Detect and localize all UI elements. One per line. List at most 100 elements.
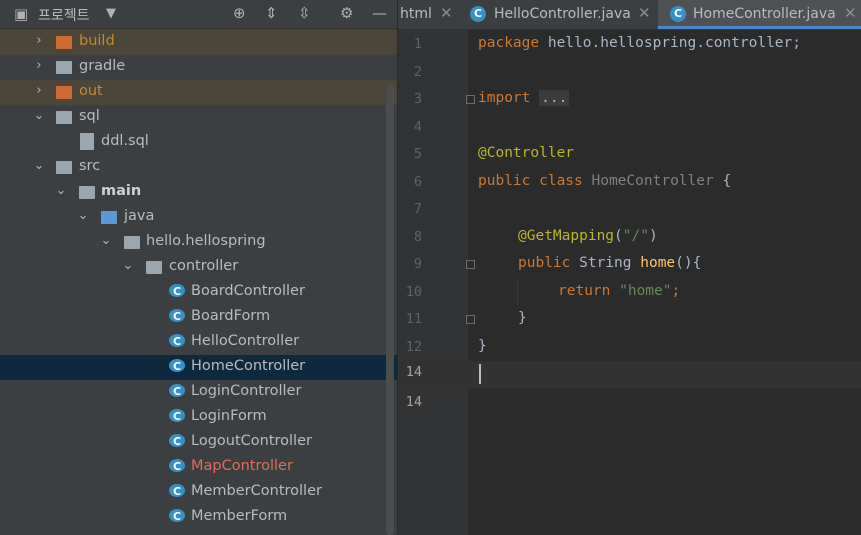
tree-item-label: build — [79, 33, 115, 49]
tree-item-label: MapController — [191, 458, 293, 474]
locate-icon[interactable]: ⊕ — [233, 4, 246, 22]
tree-item-label: HomeController — [191, 358, 306, 374]
project-scrollbar[interactable] — [386, 84, 394, 535]
tab-label: HomeController.java — [693, 6, 836, 22]
tree-item-boardcontroller[interactable]: C BoardController — [0, 280, 397, 305]
tree-item-logoutcontroller[interactable]: C LogoutController — [0, 430, 397, 455]
tree-item-label: main — [101, 183, 142, 199]
gear-icon[interactable]: ⚙ — [340, 4, 353, 22]
code-token: ) — [648, 228, 658, 244]
chevron-down-icon[interactable]: ⌄ — [33, 158, 45, 173]
tree-item-logincontroller[interactable]: C LoginController — [0, 380, 397, 405]
line-number: 7 — [413, 201, 422, 217]
tree-item-hello-hellospring[interactable]: ⌄ hello.hellospring — [0, 230, 397, 255]
package-icon — [146, 261, 162, 274]
tree-item-java[interactable]: ⌄ java — [0, 205, 397, 230]
chevron-down-icon[interactable]: ⌄ — [77, 208, 89, 223]
tree-item-label: BoardForm — [191, 308, 271, 324]
minimize-icon[interactable]: — — [372, 4, 387, 22]
tree-item-label: gradle — [79, 58, 126, 74]
code-line-12: } — [518, 310, 527, 326]
folder-icon — [56, 86, 72, 99]
code-token: public — [518, 255, 571, 271]
line-number-current-label: 14 — [405, 364, 422, 380]
dropdown-arrow-icon[interactable]: ▼ — [106, 6, 116, 21]
tree-item-label: java — [124, 208, 155, 224]
tree-item-label: BoardController — [191, 283, 305, 299]
tab-hellocontroller[interactable]: C HelloController.java ✕ — [460, 0, 656, 29]
line-number: 8 — [413, 229, 422, 245]
folder-icon — [56, 161, 72, 174]
java-class-icon: C — [670, 6, 686, 22]
project-panel-header: ▣ 프로젝트 ▼ ⊕ ⇕ ⇳ ⚙ — — [0, 0, 397, 29]
expand-all-icon[interactable]: ⇕ — [265, 4, 278, 22]
tree-item-build[interactable]: › build — [0, 30, 397, 55]
project-panel-title[interactable]: 프로젝트 — [38, 5, 90, 25]
code-line-3: import ... — [478, 90, 570, 106]
java-class-icon: C — [169, 284, 185, 298]
tree-item-label: LoginController — [191, 383, 302, 399]
code-token: HomeController — [582, 173, 714, 189]
tree-item-label: LogoutController — [191, 433, 312, 449]
java-class-icon: C — [169, 309, 185, 323]
line-number: 1 — [413, 36, 422, 52]
code-token: "home" — [610, 283, 672, 299]
tree-item-label: controller — [169, 258, 239, 274]
tree-item-memberform[interactable]: C MemberForm — [0, 505, 397, 530]
code-line-7: public class HomeController { — [478, 173, 731, 189]
tree-item-controller[interactable]: ⌄ controller — [0, 255, 397, 280]
folder-icon — [56, 36, 72, 49]
java-class-icon: C — [169, 409, 185, 423]
folded-imports[interactable]: ... — [539, 90, 570, 106]
close-icon[interactable]: ✕ — [638, 4, 651, 22]
tab-html[interactable]: html ✕ — [398, 0, 458, 29]
tree-item-sql[interactable]: ⌄ sql — [0, 105, 397, 130]
close-icon[interactable]: ✕ — [844, 4, 857, 22]
tree-item-boardform[interactable]: C BoardForm — [0, 305, 397, 330]
tree-item-homecontroller[interactable]: C HomeController — [0, 355, 397, 380]
indent-guide — [517, 278, 518, 305]
tree-item-label: hello.hellospring — [146, 233, 266, 249]
tree-item-hellocontroller[interactable]: C HelloController — [0, 330, 397, 355]
code-line-1: package hello.hellospring.controller; — [478, 35, 801, 51]
chevron-right-icon[interactable]: › — [33, 33, 45, 48]
line-number: 12 — [405, 339, 422, 355]
code-token: hello.hellospring.controller; — [539, 35, 802, 51]
tree-item-src[interactable]: ⌄ src — [0, 155, 397, 180]
chevron-right-icon[interactable]: › — [33, 58, 45, 73]
tree-item-ddl-sql[interactable]: ddl.sql — [0, 130, 397, 155]
code-token: { — [713, 173, 732, 189]
tab-homecontroller[interactable]: C HomeController.java ✕ — [658, 0, 861, 29]
line-number: 11 — [405, 311, 422, 327]
tree-item-membercontroller[interactable]: C MemberController — [0, 480, 397, 505]
tab-label: HelloController.java — [494, 6, 631, 22]
code-token: package — [478, 35, 540, 51]
tree-item-label: MemberController — [191, 483, 322, 499]
chevron-down-icon[interactable]: ⌄ — [33, 108, 45, 123]
line-number: 5 — [413, 146, 422, 162]
chevron-down-icon[interactable]: ⌄ — [100, 233, 112, 248]
collapse-all-icon[interactable]: ⇳ — [298, 4, 311, 22]
code-line-6: @Controller — [478, 145, 575, 161]
java-class-icon: C — [169, 484, 185, 498]
tree-item-main[interactable]: ⌄ main — [0, 180, 397, 205]
tree-item-mapcontroller[interactable]: C MapController — [0, 455, 397, 480]
chevron-right-icon[interactable]: › — [33, 83, 45, 98]
code-editor[interactable]: package hello.hellospring.controller; im… — [472, 30, 861, 535]
java-class-icon: C — [470, 6, 486, 22]
close-icon[interactable]: ✕ — [440, 4, 453, 22]
code-line-9: @GetMapping("/") — [518, 228, 658, 244]
tree-item-label: LoginForm — [191, 408, 267, 424]
tree-item-gradle[interactable]: › gradle — [0, 55, 397, 80]
line-number: 9 — [413, 256, 422, 272]
code-token: return — [558, 283, 611, 299]
chevron-down-icon[interactable]: ⌄ — [122, 258, 134, 273]
line-number: 10 — [405, 284, 422, 300]
java-class-icon: C — [169, 509, 185, 523]
tree-item-out[interactable]: › out — [0, 80, 397, 105]
java-class-icon: C — [169, 384, 185, 398]
tree-item-loginform[interactable]: C LoginForm — [0, 405, 397, 430]
tree-item-label: HelloController — [191, 333, 300, 349]
code-line-13: } — [478, 338, 487, 354]
chevron-down-icon[interactable]: ⌄ — [55, 183, 67, 198]
